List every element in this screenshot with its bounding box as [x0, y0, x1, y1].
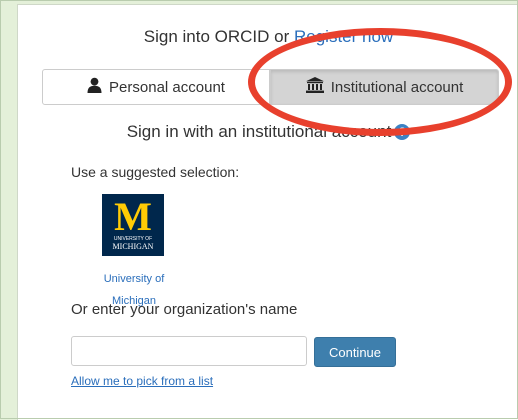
sign-in-header-text: Sign into ORCID or	[143, 27, 290, 46]
institution-sign-in-text: Sign in with an institutional account	[126, 122, 392, 141]
institution-icon	[305, 77, 324, 97]
logo-letter: M	[114, 194, 152, 239]
tab-personal-label: Personal account	[109, 78, 225, 96]
account-type-tabs: Personal account Institutional account	[42, 69, 499, 107]
tab-personal-account[interactable]: Personal account	[42, 69, 270, 105]
organization-name-label: Or enter your organization's name	[71, 301, 298, 318]
tab-institutional-label: Institutional account	[330, 78, 464, 96]
register-now-link[interactable]: Register now	[294, 27, 393, 46]
suggested-institution-name-line1: University of	[103, 273, 165, 285]
university-of-michigan-logo[interactable]: M UNIVERSITY OF MICHIGAN	[102, 194, 164, 256]
person-icon	[87, 77, 102, 97]
continue-button[interactable]: Continue	[314, 337, 396, 367]
suggested-selection-label: Use a suggested selection:	[71, 164, 240, 180]
organization-name-input[interactable]	[71, 336, 307, 366]
tab-institutional-account[interactable]: Institutional account	[270, 69, 499, 105]
sign-in-header: Sign into ORCID or Register now	[18, 27, 518, 47]
pick-from-list-link[interactable]: Allow me to pick from a list	[71, 374, 213, 388]
institution-sign-in-heading: Sign in with an institutional account?	[18, 122, 518, 142]
question-circle-icon[interactable]: ?	[394, 124, 411, 140]
sign-in-panel: Sign into ORCID or Register now Personal…	[17, 4, 518, 420]
logo-line-2: MICHIGAN	[112, 242, 154, 251]
